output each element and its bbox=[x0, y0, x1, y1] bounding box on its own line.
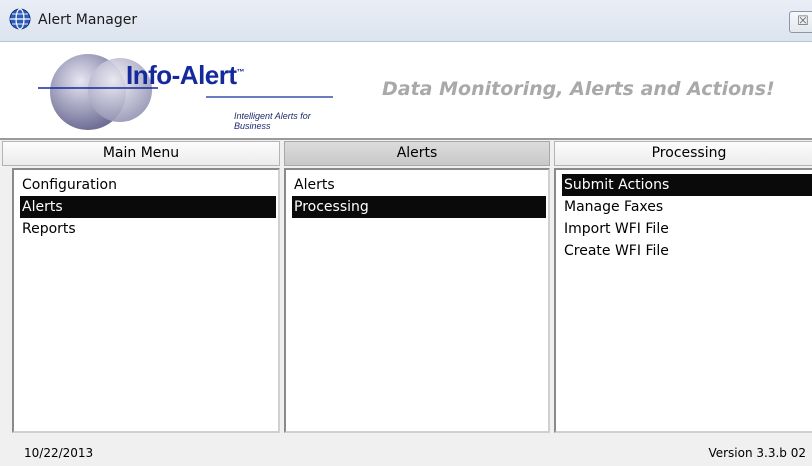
main-menu-header: Main Menu bbox=[2, 141, 280, 166]
menu-item-configuration[interactable]: Configuration bbox=[20, 174, 276, 196]
processing-item-manage-faxes[interactable]: Manage Faxes bbox=[562, 196, 812, 218]
title-bar: Alert Manager ☒ bbox=[0, 0, 812, 42]
main-menu-list: Configuration Alerts Reports bbox=[12, 168, 280, 433]
globe-app-icon bbox=[9, 8, 31, 30]
logo-wordmark: Info-Alert™ bbox=[126, 60, 245, 90]
close-icon: ☒ bbox=[797, 14, 809, 29]
info-alert-logo: Info-Alert™ Intelligent Alerts for Busin… bbox=[28, 50, 348, 134]
banner: Info-Alert™ Intelligent Alerts for Busin… bbox=[0, 42, 812, 140]
processing-header: Processing bbox=[554, 141, 812, 166]
alerts-header: Alerts bbox=[284, 141, 550, 166]
alerts-item-processing[interactable]: Processing bbox=[292, 196, 546, 218]
window-title: Alert Manager bbox=[38, 12, 138, 28]
status-bar: 10/22/2013 Version 3.3.b 02 bbox=[0, 438, 812, 466]
processing-item-create-wfi-file[interactable]: Create WFI File bbox=[562, 240, 812, 262]
menu-item-alerts[interactable]: Alerts bbox=[20, 196, 276, 218]
processing-item-import-wfi-file[interactable]: Import WFI File bbox=[562, 218, 812, 240]
processing-list: Submit Actions Manage Faxes Import WFI F… bbox=[554, 168, 812, 433]
menu-item-reports[interactable]: Reports bbox=[20, 218, 276, 240]
status-version: Version 3.3.b 02 bbox=[708, 446, 806, 460]
alerts-item-alerts[interactable]: Alerts bbox=[292, 174, 546, 196]
logo-tagline: Intelligent Alerts for Business bbox=[234, 111, 311, 131]
processing-item-submit-actions[interactable]: Submit Actions bbox=[562, 174, 812, 196]
alerts-list: Alerts Processing bbox=[284, 168, 550, 433]
status-date: 10/22/2013 bbox=[24, 446, 94, 460]
banner-slogan: Data Monitoring, Alerts and Actions! bbox=[382, 78, 775, 100]
close-button[interactable]: ☒ bbox=[789, 11, 812, 33]
